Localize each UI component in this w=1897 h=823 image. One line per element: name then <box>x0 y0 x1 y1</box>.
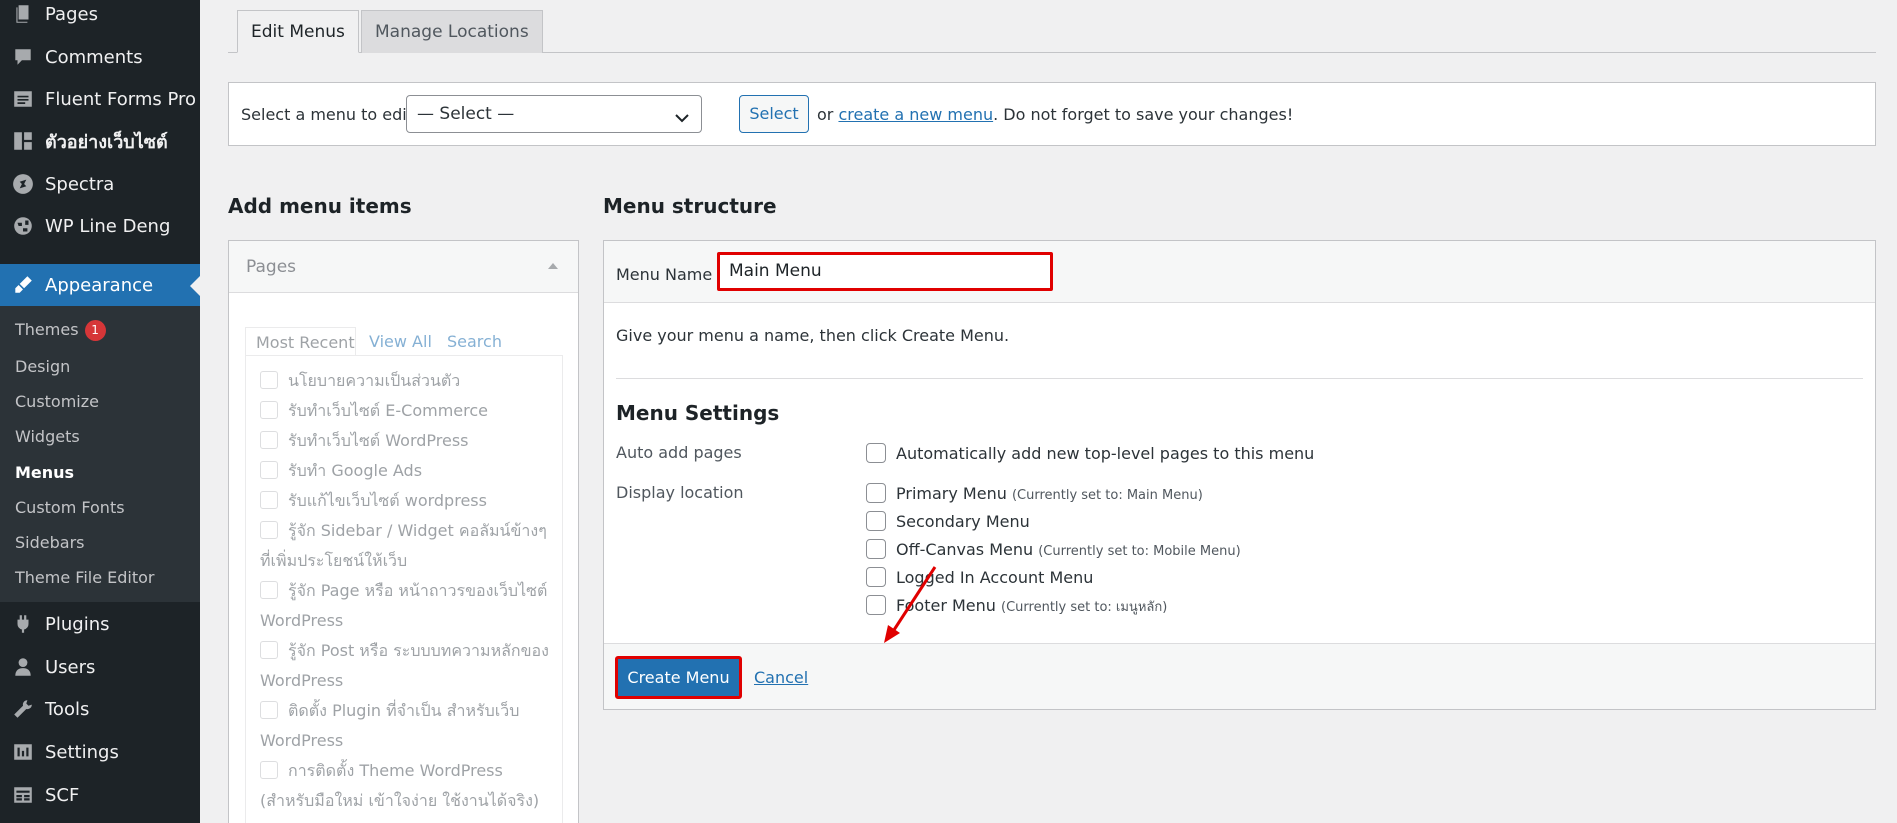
location-primary-menu[interactable]: Primary Menu (Currently set to: Main Men… <box>866 483 1203 503</box>
menu-select-dropdown[interactable]: — Select — <box>406 95 702 133</box>
auto-add-pages-option[interactable]: Automatically add new top-level pages to… <box>866 443 1314 463</box>
sidebar-item-comments[interactable]: Comments <box>0 37 200 77</box>
checkbox[interactable] <box>260 641 278 659</box>
settings-icon <box>12 741 34 763</box>
submenu-design[interactable]: Design <box>15 357 70 376</box>
location-secondary-menu[interactable]: Secondary Menu <box>866 511 1030 531</box>
checkbox[interactable] <box>260 701 278 719</box>
user-icon <box>12 656 34 678</box>
submenu-customize[interactable]: Customize <box>15 392 99 411</box>
checkbox[interactable] <box>866 539 886 559</box>
tab-view-all[interactable]: View All <box>369 332 432 351</box>
add-menu-items-panel: Pages Most Recent View All Search นโยบาย… <box>228 240 579 823</box>
page-checkbox-item[interactable]: รู้จัก Post หรือ ระบบบทความหลักของ WordP… <box>260 636 560 696</box>
sidebar-item-scf[interactable]: SCF <box>0 775 200 815</box>
cancel-link[interactable]: Cancel <box>754 668 808 687</box>
checkbox[interactable] <box>260 521 278 539</box>
create-menu-button[interactable]: Create Menu <box>615 656 742 699</box>
page-checkbox-item[interactable]: รับทำ Google Ads <box>260 456 560 486</box>
wrench-icon <box>12 698 34 720</box>
add-menu-items-heading: Add menu items <box>228 194 412 218</box>
menu-name-input[interactable]: Main Menu <box>717 252 1053 291</box>
sidebar-item-sample-site[interactable]: ตัวอย่างเว็บไซต์ <box>0 121 200 161</box>
display-location-label: Display location <box>616 483 744 502</box>
forms-icon <box>12 88 34 110</box>
checkbox[interactable] <box>260 431 278 449</box>
page-checkbox-item[interactable]: รับทำเว็บไซต์ WordPress <box>260 426 560 456</box>
collapse-arrow-icon <box>548 263 558 269</box>
brush-icon <box>12 274 34 296</box>
submenu-sidebars[interactable]: Sidebars <box>15 533 84 552</box>
sidebar-item-plugins[interactable]: Plugins <box>0 604 200 644</box>
select-menu-help: or create a new menu. Do not forget to s… <box>817 105 1294 124</box>
menu-structure-panel: Menu Name Main Menu Give your menu a nam… <box>603 240 1876 710</box>
plugin-icon <box>12 613 34 635</box>
submenu-menus[interactable]: Menus <box>15 463 74 482</box>
chevron-down-icon <box>675 108 689 128</box>
checkbox[interactable] <box>260 401 278 419</box>
checkbox[interactable] <box>866 443 886 463</box>
table-icon <box>12 784 34 806</box>
tab-manage-locations[interactable]: Manage Locations <box>361 10 543 53</box>
checkbox[interactable] <box>260 491 278 509</box>
page-checkbox-item[interactable]: รู้จัก Page หรือ หน้าถาวรของเว็บไซต์ Wor… <box>260 576 560 636</box>
submenu-themes[interactable]: Themes 1 <box>15 320 106 341</box>
submenu-custom-fonts[interactable]: Custom Fonts <box>15 498 125 517</box>
page-checkbox-item[interactable]: การติดตั้ง Theme WordPress (สำหรับมือใหม… <box>260 756 560 816</box>
submenu-widgets[interactable]: Widgets <box>15 427 80 446</box>
sidebar-item-tools[interactable]: Tools <box>0 689 200 729</box>
update-count-badge: 1 <box>84 320 106 341</box>
sidebar-item-spectra[interactable]: Spectra <box>0 164 200 204</box>
comments-icon <box>12 46 34 68</box>
sidebar-item-users[interactable]: Users <box>0 647 200 687</box>
submenu-theme-file-editor[interactable]: Theme File Editor <box>15 568 154 587</box>
location-off-canvas-menu[interactable]: Off-Canvas Menu (Currently set to: Mobil… <box>866 539 1241 559</box>
sidebar-item-appearance[interactable]: Appearance <box>0 264 200 306</box>
checkbox[interactable] <box>260 371 278 389</box>
page-checkbox-item[interactable]: รับแก้ไขเว็บไซต์ wordpress <box>260 486 560 516</box>
page-checkbox-item[interactable]: นโยบายความเป็นส่วนตัว <box>260 366 560 396</box>
menu-name-label: Menu Name <box>616 265 713 284</box>
annotation-arrow-icon <box>884 566 937 643</box>
checkbox[interactable] <box>866 511 886 531</box>
auto-add-pages-label: Auto add pages <box>616 443 742 462</box>
checkbox[interactable] <box>260 761 278 779</box>
menu-actions-footer: Create Menu Cancel <box>604 643 1875 709</box>
menu-name-row: Menu Name Main Menu <box>604 241 1875 303</box>
checkbox[interactable] <box>260 581 278 599</box>
appearance-submenu: Themes 1 Design Customize Widgets Menus C… <box>0 306 200 602</box>
select-menu-bar: Select a menu to edit: — Select — Select… <box>228 82 1876 146</box>
sidebar-item-settings[interactable]: Settings <box>0 732 200 772</box>
main-content: Edit Menus Manage Locations Select a men… <box>200 0 1897 823</box>
create-new-menu-link[interactable]: create a new menu <box>838 105 993 124</box>
globe-icon <box>12 215 34 237</box>
menu-settings-title: Menu Settings <box>616 401 780 425</box>
page-checkbox-item[interactable]: ติดตั้ง Plugin ที่จำเป็น สำหรับเว็บ Word… <box>260 696 560 756</box>
select-menu-label: Select a menu to edit: <box>241 105 419 124</box>
checkbox[interactable] <box>866 483 886 503</box>
current-page-arrow <box>190 276 200 296</box>
select-button[interactable]: Select <box>739 95 809 133</box>
admin-sidebar: Pages Comments Fluent Forms Pro ตัวอย่าง… <box>0 0 200 823</box>
pages-accordion-header[interactable]: Pages <box>229 241 578 293</box>
tab-edit-menus[interactable]: Edit Menus <box>237 10 359 53</box>
pages-checklist: นโยบายความเป็นส่วนตัว รับทำเว็บไซต์ E-Co… <box>245 355 563 823</box>
pages-icon <box>12 3 34 25</box>
sidebar-item-pages[interactable]: Pages <box>0 0 200 34</box>
spectra-icon <box>12 173 34 195</box>
checkbox[interactable] <box>260 461 278 479</box>
sidebar-item-wp-line-deng[interactable]: WP Line Deng <box>0 206 200 246</box>
tab-most-recent[interactable]: Most Recent <box>245 327 356 357</box>
layout-icon <box>12 130 34 152</box>
menu-structure-heading: Menu structure <box>603 194 777 218</box>
page-checkbox-item[interactable]: รู้จัก Sidebar / Widget คอลัมน์ข้างๆ ที่… <box>260 516 560 576</box>
section-divider <box>616 378 1863 379</box>
page-checkbox-item[interactable]: รับทำเว็บไซต์ E-Commerce <box>260 396 560 426</box>
tab-search[interactable]: Search <box>447 332 502 351</box>
menu-name-hint: Give your menu a name, then click Create… <box>616 326 1010 345</box>
sidebar-item-fluent-forms[interactable]: Fluent Forms Pro <box>0 79 200 119</box>
